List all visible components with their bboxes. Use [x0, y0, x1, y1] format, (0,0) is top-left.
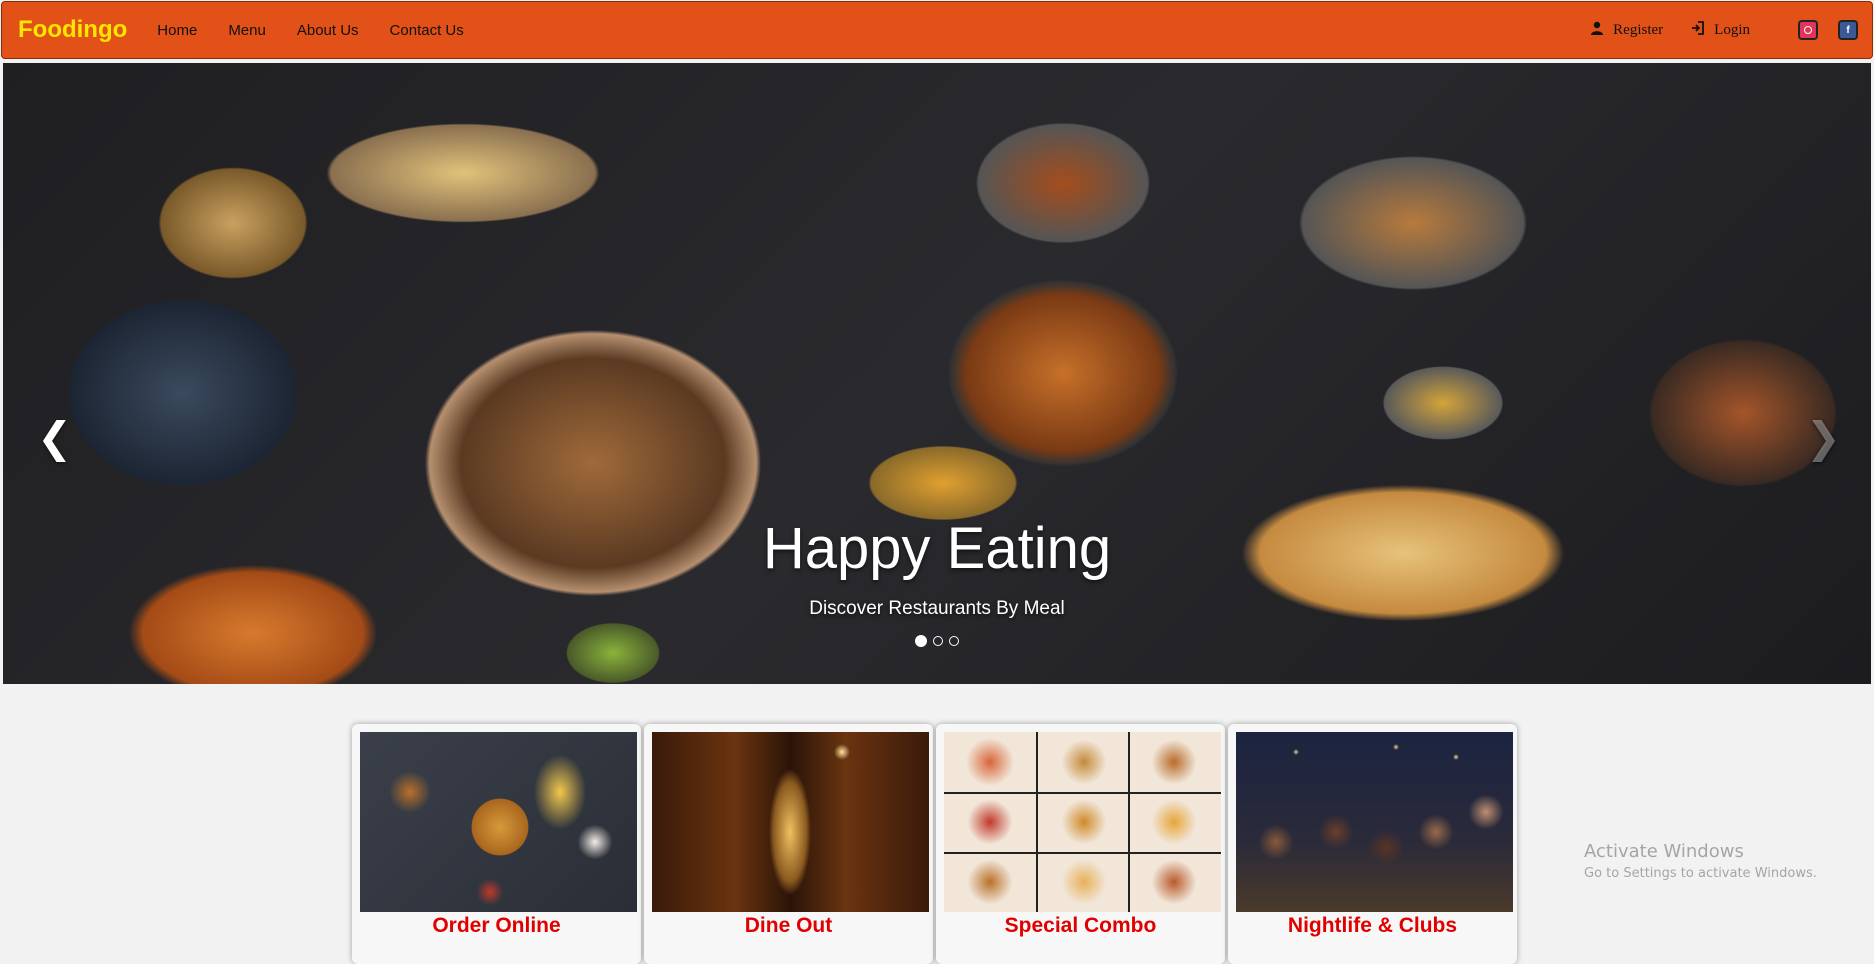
dine-out-title[interactable]: Dine Out: [652, 914, 925, 938]
instagram-icon[interactable]: [1798, 20, 1818, 40]
watermark-title: Activate Windows: [1584, 841, 1744, 862]
dine-out-card[interactable]: Dine Out: [644, 724, 933, 964]
windows-activation-watermark: Activate Windows Go to Settings to activ…: [1584, 841, 1817, 881]
facebook-icon[interactable]: f: [1838, 20, 1858, 40]
hero-subtitle: Discover Restaurants By Meal: [809, 598, 1065, 619]
brand-logo[interactable]: Foodingo: [18, 16, 127, 44]
login-link[interactable]: Login: [1691, 20, 1750, 40]
order-online-image: [360, 732, 637, 912]
carousel-indicator-2[interactable]: [933, 636, 943, 646]
nav-menu-link[interactable]: Menu: [228, 22, 266, 39]
carousel-indicator-1[interactable]: [915, 635, 927, 647]
nav-about-link[interactable]: About Us: [297, 22, 359, 39]
special-combo-title[interactable]: Special Combo: [944, 914, 1217, 938]
category-cards: Order Online Dine Out Special Combo Nigh…: [352, 724, 1520, 964]
nav-contact-link[interactable]: Contact Us: [390, 22, 464, 39]
nav-links: Home Menu About Us Contact Us: [157, 22, 494, 39]
watermark-subtitle: Go to Settings to activate Windows.: [1584, 866, 1817, 881]
nightlife-title[interactable]: Nightlife & Clubs: [1236, 914, 1509, 938]
register-label: Register: [1613, 21, 1664, 38]
register-link[interactable]: Register: [1590, 21, 1663, 40]
dine-out-image: [652, 732, 929, 912]
order-online-title[interactable]: Order Online: [360, 914, 633, 938]
hero-carousel: ❮ ❯ Happy Eating Discover Restaurants By…: [3, 63, 1871, 684]
nightlife-image: [1236, 732, 1513, 912]
login-icon: [1691, 20, 1705, 40]
nav-home-link[interactable]: Home: [157, 22, 197, 39]
order-online-card[interactable]: Order Online: [352, 724, 641, 964]
special-combo-image: [944, 732, 1221, 912]
carousel-indicator-3[interactable]: [949, 636, 959, 646]
navbar: Foodingo Home Menu About Us Contact Us R…: [1, 1, 1873, 59]
carousel-next-icon[interactable]: ❯: [1806, 413, 1841, 462]
hero-title: Happy Eating: [762, 516, 1112, 581]
user-icon: [1590, 21, 1604, 40]
login-label: Login: [1714, 21, 1750, 38]
nav-right: Register Login f: [1590, 20, 1858, 40]
carousel-prev-icon[interactable]: ❮: [37, 413, 72, 462]
nightlife-card[interactable]: Nightlife & Clubs: [1228, 724, 1517, 964]
special-combo-card[interactable]: Special Combo: [936, 724, 1225, 964]
carousel-indicators: [3, 635, 1871, 647]
